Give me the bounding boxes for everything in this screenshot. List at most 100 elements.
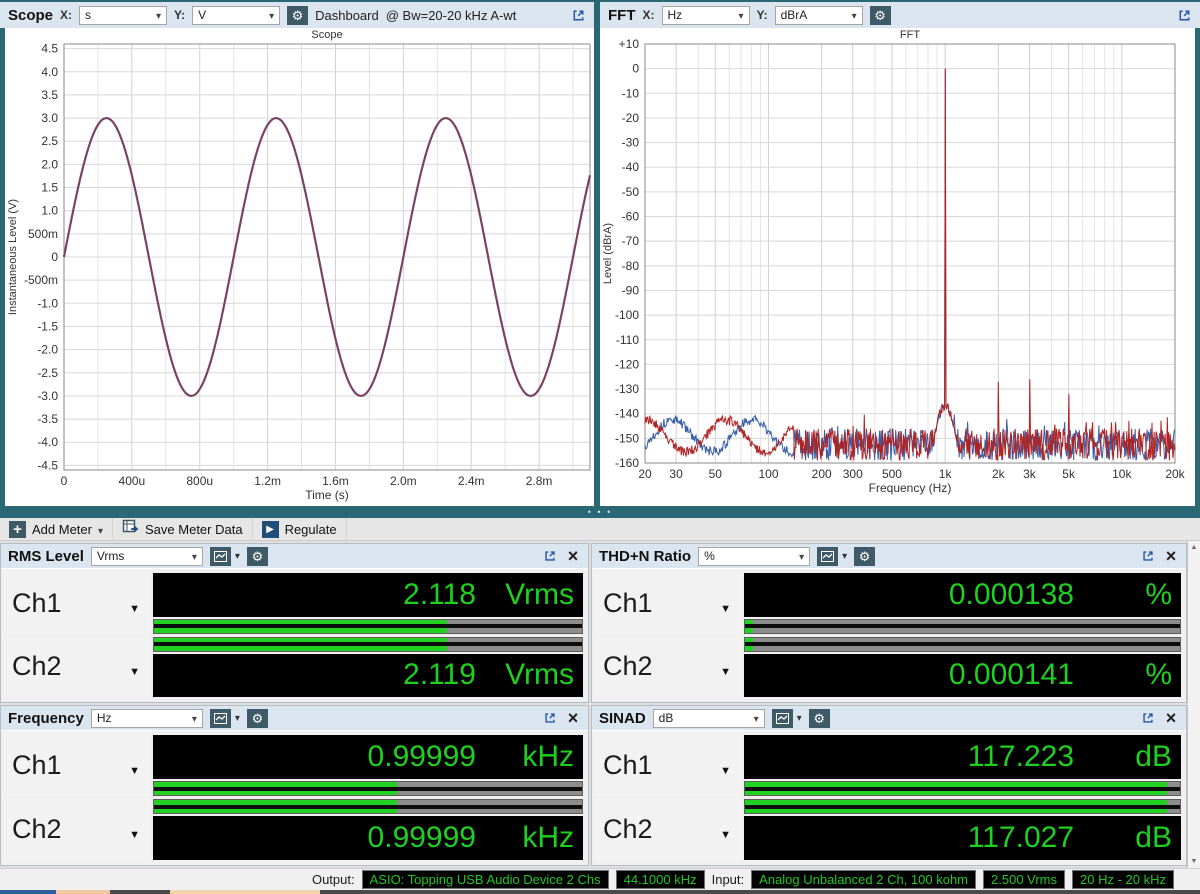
- scope-settings-gear-icon[interactable]: [287, 6, 308, 25]
- sinad-settings-gear-icon[interactable]: [809, 709, 830, 728]
- thdn-ch2-value: 0.000141: [949, 658, 1074, 692]
- svg-text:-40: -40: [622, 160, 640, 174]
- save-meter-data-icon: [122, 519, 139, 539]
- save-meter-data-button[interactable]: Save Meter Data: [113, 518, 253, 540]
- frequency-ch1-unit: kHz: [476, 740, 574, 774]
- chevron-down-icon: [720, 750, 731, 781]
- sample-rate-badge[interactable]: 44.1000 kHz: [616, 870, 705, 889]
- sinad-panel: SINAD dB Ch1: [591, 705, 1187, 866]
- sinad-popout-icon[interactable]: [1140, 710, 1156, 726]
- sinad-ch1-selector[interactable]: Ch1: [595, 735, 741, 796]
- chevron-down-icon[interactable]: [842, 551, 847, 562]
- frequency-ch2-selector[interactable]: Ch2: [4, 799, 150, 860]
- frequency-ch1-selector[interactable]: Ch1: [4, 735, 150, 796]
- frequency-popout-icon[interactable]: [542, 710, 558, 726]
- svg-text:400u: 400u: [119, 474, 146, 488]
- scope-y-unit-select[interactable]: V: [192, 6, 280, 25]
- sinad-unit-select[interactable]: dB: [653, 709, 765, 728]
- sinad-panel-header: SINAD dB: [592, 706, 1186, 731]
- scroll-up-icon[interactable]: [1188, 544, 1200, 551]
- svg-text:4.0: 4.0: [41, 65, 58, 79]
- thdn-ch2-row: Ch2 0.000141 %: [595, 637, 1181, 698]
- chevron-down-icon: [192, 711, 197, 725]
- chevron-down-icon[interactable]: [797, 713, 802, 724]
- thdn-display-mode-icon[interactable]: [817, 547, 838, 566]
- input-range-badge[interactable]: 2.500 Vrms: [983, 870, 1065, 889]
- frequency-unit-select[interactable]: Hz: [91, 709, 203, 728]
- fft-plot-pane: FFT+100-10-20-30-40-50-60-70-80-90-100-1…: [600, 28, 1195, 506]
- meter-scrollbar[interactable]: [1187, 541, 1200, 868]
- input-device-badge[interactable]: Analog Unbalanced 2 Ch, 100 kohm: [751, 870, 976, 889]
- thdn-ch2-selector[interactable]: Ch2: [595, 637, 741, 698]
- scope-popout-icon[interactable]: [570, 7, 586, 23]
- thdn-ch2-readout: 0.000141 %: [744, 637, 1181, 698]
- pane-splitter[interactable]: • • •: [0, 506, 1200, 518]
- add-meter-button[interactable]: Add Meter: [0, 518, 113, 540]
- chevron-down-icon: [192, 549, 197, 563]
- sinad-ch2-unit: dB: [1074, 821, 1172, 855]
- rms-ch1-label: Ch1: [12, 588, 62, 619]
- thdn-ch1-selector[interactable]: Ch1: [595, 573, 741, 634]
- sinad-title: SINAD: [599, 710, 646, 727]
- rms-close-icon[interactable]: [565, 546, 581, 567]
- svg-text:-80: -80: [622, 259, 640, 273]
- scope-x-unit-select[interactable]: s: [79, 6, 167, 25]
- rms-level-title: RMS Level: [8, 548, 84, 565]
- scope-title: Scope: [8, 7, 53, 24]
- frequency-panel-header: Frequency Hz: [1, 706, 588, 731]
- fft-header: FFT X: Hz Y: dBrA: [600, 2, 1200, 28]
- svg-text:Scope: Scope: [311, 29, 342, 41]
- svg-text:-4.0: -4.0: [37, 435, 58, 449]
- svg-text:-160: -160: [615, 456, 639, 470]
- rms-ch1-display: 2.118 Vrms: [153, 573, 583, 617]
- frequency-display-mode-icon[interactable]: [210, 709, 231, 728]
- scope-x-label: X:: [60, 8, 72, 22]
- rms-settings-gear-icon[interactable]: [247, 547, 268, 566]
- sinad-display-mode-icon[interactable]: [772, 709, 793, 728]
- svg-text:-90: -90: [622, 283, 640, 297]
- svg-text:50: 50: [709, 467, 723, 481]
- thdn-settings-gear-icon[interactable]: [854, 547, 875, 566]
- rms-popout-icon[interactable]: [542, 548, 558, 564]
- rms-unit-select[interactable]: Vrms: [91, 547, 203, 566]
- top-header-row: Scope X: s Y: V Dashboard @ Bw=20-20 kHz…: [0, 0, 1200, 28]
- frequency-settings-gear-icon[interactable]: [247, 709, 268, 728]
- chevron-down-icon: [738, 8, 743, 22]
- chevron-down-icon: [852, 8, 857, 22]
- thdn-unit-select[interactable]: %: [698, 547, 810, 566]
- sinad-ch1-display: 117.223 dB: [744, 735, 1181, 779]
- fft-x-unit-select[interactable]: Hz: [662, 6, 750, 25]
- output-device-badge[interactable]: ASIO: Topping USB Audio Device 2 Chs: [362, 870, 609, 889]
- thdn-popout-icon[interactable]: [1140, 548, 1156, 564]
- chevron-down-icon[interactable]: [235, 551, 240, 562]
- svg-text:-50: -50: [622, 185, 640, 199]
- frequency-close-icon[interactable]: [565, 708, 581, 729]
- sinad-close-icon[interactable]: [1163, 708, 1179, 729]
- sinad-ch1-label: Ch1: [603, 750, 653, 781]
- fft-chart: FFT+100-10-20-30-40-50-60-70-80-90-100-1…: [600, 28, 1195, 506]
- frequency-ch1-readout: 0.99999 kHz: [153, 735, 583, 796]
- fft-settings-gear-icon[interactable]: [870, 6, 891, 25]
- svg-text:800u: 800u: [186, 474, 213, 488]
- rms-ch2-selector[interactable]: Ch2: [4, 637, 150, 698]
- fft-y-unit-select[interactable]: dBrA: [775, 6, 863, 25]
- scroll-down-icon[interactable]: [1188, 858, 1200, 865]
- rms-ch2-level-bar: [153, 637, 583, 652]
- svg-text:Level (dBrA): Level (dBrA): [602, 223, 614, 284]
- rms-display-mode-icon[interactable]: [210, 547, 231, 566]
- thdn-close-icon[interactable]: [1163, 546, 1179, 567]
- regulate-button[interactable]: Regulate: [253, 518, 347, 540]
- rms-ch1-selector[interactable]: Ch1: [4, 573, 150, 634]
- rms-level-panel: RMS Level Vrms Ch1: [0, 543, 589, 703]
- svg-text:Instantaneous Level (V): Instantaneous Level (V): [7, 199, 19, 315]
- sinad-ch2-selector[interactable]: Ch2: [595, 799, 741, 860]
- svg-text:-120: -120: [615, 357, 639, 371]
- rms-ch2-value: 2.119: [403, 658, 476, 692]
- svg-text:-20: -20: [622, 111, 640, 125]
- rms-ch2-unit: Vrms: [476, 658, 574, 692]
- fft-popout-icon[interactable]: [1176, 7, 1192, 23]
- bandwidth-badge[interactable]: 20 Hz - 20 kHz: [1072, 870, 1174, 889]
- chevron-down-icon[interactable]: [235, 713, 240, 724]
- sinad-ch2-level-bar: [744, 799, 1181, 814]
- svg-text:-30: -30: [622, 136, 640, 150]
